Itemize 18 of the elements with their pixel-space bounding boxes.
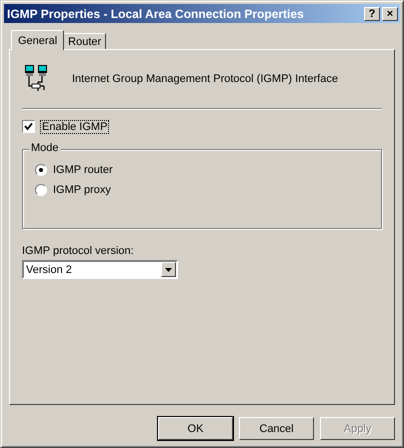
version-label: IGMP protocol version: bbox=[22, 245, 135, 257]
tab[interactable]: General bbox=[11, 30, 64, 50]
close-button[interactable]: × bbox=[382, 6, 398, 20]
window-title: IGMP Properties - Local Area Connection Properties bbox=[7, 6, 304, 20]
tab[interactable]: Router bbox=[63, 33, 106, 50]
dialog-button[interactable]: OK bbox=[158, 417, 233, 440]
checkbox-label: Enable IGMP bbox=[41, 120, 108, 132]
radio-label: IGMP proxy bbox=[53, 184, 111, 196]
network-computers-icon bbox=[24, 64, 50, 94]
radio-button[interactable] bbox=[35, 164, 47, 176]
version-dropdown[interactable]: Version 2 bbox=[22, 260, 178, 279]
group-title: Mode bbox=[29, 142, 61, 154]
checkbox[interactable] bbox=[22, 120, 35, 133]
radio-label: IGMP router bbox=[53, 164, 113, 176]
dialog-button[interactable]: Cancel bbox=[239, 417, 314, 440]
header-text: Internet Group Management Protocol (IGMP) Interface bbox=[72, 73, 338, 85]
help-button[interactable]: ? bbox=[364, 6, 380, 20]
radio-button[interactable] bbox=[35, 184, 47, 196]
